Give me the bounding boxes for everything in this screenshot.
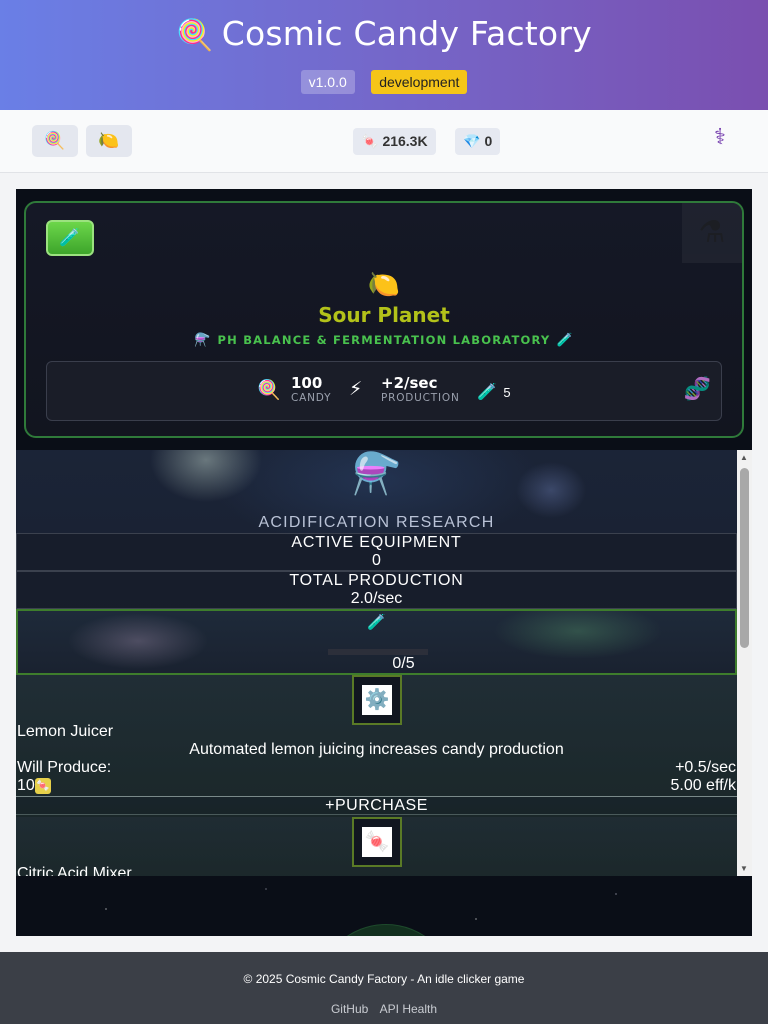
stat-production-label: PRODUCTION bbox=[381, 392, 460, 404]
planet-subtitle-text: PH BALANCE & FERMENTATION LABORATORY bbox=[217, 333, 551, 347]
candy-icon: 🍬 bbox=[361, 133, 379, 149]
purchase-button[interactable]: +PURCHASE bbox=[16, 796, 737, 815]
candy-counter: 🍬 216.3K bbox=[353, 128, 436, 155]
lemon-planet-icon: 🍋 bbox=[367, 269, 401, 299]
app-title: 🍭 Cosmic Candy Factory bbox=[0, 14, 768, 53]
gem-icon: 💎 bbox=[463, 133, 481, 149]
equipment-description: Automated lemon juicing increases candy … bbox=[189, 741, 564, 758]
planet-button-lollipop[interactable]: 🍭 bbox=[32, 125, 78, 157]
api-health-link[interactable]: API Health bbox=[380, 1002, 437, 1016]
planet-subtitle: ⚗️ PH BALANCE & FERMENTATION LABORATORY 🧪 bbox=[26, 333, 742, 348]
stat-production: ⚡ +2/sec PRODUCTION bbox=[349, 374, 460, 404]
environment-badge: development bbox=[371, 70, 468, 94]
research-scrollbar[interactable]: ▲ ▼ bbox=[737, 450, 752, 876]
toolbar: 🍭 🍋 🍬 216.3K 💎 0 bbox=[0, 110, 768, 173]
planet-stats: 🍭 100 CANDY ⚡ +2/sec PRODUCTION 🧪 5 🧬 bbox=[46, 361, 722, 421]
alembic-icon: ⚗️ bbox=[194, 333, 212, 348]
flask-decoration-icon: ⚗ bbox=[682, 203, 742, 263]
lollipop-icon: 🍭 bbox=[257, 380, 281, 401]
footer: © 2025 Cosmic Candy Factory - An idle cl… bbox=[0, 952, 768, 1024]
test-tube-icon: 🧪 bbox=[367, 614, 386, 631]
lemon-icon: 🍋 bbox=[98, 131, 120, 150]
planet-button-sour[interactable]: 🍋 bbox=[86, 125, 132, 157]
github-link[interactable]: GitHub bbox=[331, 1002, 368, 1016]
app-header: 🍭 Cosmic Candy Factory v1.0.0 development bbox=[0, 0, 768, 110]
lollipop-logo-icon: 🍭 bbox=[176, 18, 214, 53]
will-produce-label: Will Produce: bbox=[17, 759, 112, 776]
test-tube-icon: 🧪 bbox=[556, 333, 574, 348]
footer-copyright: © 2025 Cosmic Candy Factory - An idle cl… bbox=[243, 972, 525, 986]
gem-count: 0 bbox=[484, 133, 493, 149]
lightning-icon: ⚡ bbox=[349, 379, 363, 400]
stat-candy-value: 100 bbox=[291, 374, 323, 392]
total-production-value: 2.0/sec bbox=[350, 590, 403, 607]
footer-links: GitHub API Health bbox=[0, 1002, 768, 1016]
progress-text: 0/5 bbox=[392, 655, 415, 672]
planet-card: 🧪 ⚗ 🍋 Sour Planet ⚗️ PH BALANCE & FERMENT… bbox=[24, 201, 744, 438]
gem-counter: 💎 0 bbox=[455, 128, 501, 155]
scroll-down-arrow-icon[interactable]: ▼ bbox=[740, 864, 748, 873]
scroll-up-arrow-icon[interactable]: ▲ bbox=[740, 453, 748, 462]
equipment-cost-value: 10 bbox=[17, 777, 35, 794]
equipment-card: ⚙️ Lemon Juicer Automated lemon juicing … bbox=[16, 675, 737, 817]
caduceus-menu-icon[interactable]: ⚕ bbox=[714, 124, 726, 150]
total-production-label: TOTAL PRODUCTION bbox=[289, 572, 464, 589]
lab-button[interactable]: 🧪 bbox=[46, 220, 94, 256]
header-badges: v1.0.0 development bbox=[0, 70, 768, 94]
equipment-icon-frame: 🍬 bbox=[352, 817, 402, 867]
active-equipment-label: ACTIVE EQUIPMENT bbox=[291, 534, 462, 551]
lollipop-icon: 🍭 bbox=[44, 131, 66, 150]
equipment-name: Citric Acid Mixer bbox=[17, 865, 132, 876]
research-title: ACIDIFICATION RESEARCH bbox=[258, 514, 495, 531]
alembic-icon: ⚗️ bbox=[351, 452, 402, 496]
stat-production-value: +2/sec bbox=[381, 374, 438, 392]
equipment-icon-frame: ⚙️ bbox=[352, 675, 402, 725]
active-equipment-box: ACTIVE EQUIPMENT 0 bbox=[16, 533, 737, 571]
candy-count: 216.3K bbox=[382, 133, 428, 149]
planet-name: Sour Planet bbox=[318, 303, 450, 327]
stat-tubes-value: 5 bbox=[503, 385, 511, 400]
stat-tubes: 🧪 5 bbox=[477, 382, 511, 402]
candy-icon: 🍬 bbox=[362, 827, 392, 857]
total-production-box: TOTAL PRODUCTION 2.0/sec bbox=[16, 571, 737, 609]
research-progress: 🧪 0/5 bbox=[16, 609, 737, 675]
will-produce-value: +0.5/sec bbox=[675, 759, 736, 776]
equipment-card: 🍬 Citric Acid Mixer bbox=[16, 817, 737, 876]
equipment-efficiency: 5.00 eff/k bbox=[670, 777, 736, 794]
dna-icon: 🧬 bbox=[683, 376, 711, 401]
equipment-cost: 10🍬 bbox=[17, 777, 51, 795]
active-equipment-value: 0 bbox=[372, 552, 381, 569]
test-tube-icon: 🧪 bbox=[477, 384, 497, 401]
version-badge: v1.0.0 bbox=[300, 70, 355, 94]
candy-coin-icon: 🍬 bbox=[34, 777, 51, 794]
game-viewport: 🧪 ⚗ 🍋 Sour Planet ⚗️ PH BALANCE & FERMENT… bbox=[16, 189, 752, 936]
app-title-text: Cosmic Candy Factory bbox=[221, 14, 592, 53]
scrollbar-thumb[interactable] bbox=[740, 468, 749, 648]
stat-candy-label: CANDY bbox=[291, 392, 332, 404]
stat-candy: 🍭 100 CANDY bbox=[257, 374, 331, 404]
test-tube-icon: 🧪 bbox=[59, 228, 81, 247]
gear-icon: ⚙️ bbox=[362, 685, 392, 715]
research-panel: ⚗️ ACIDIFICATION RESEARCH ACTIVE EQUIPME… bbox=[16, 450, 737, 876]
equipment-name: Lemon Juicer bbox=[17, 723, 114, 740]
